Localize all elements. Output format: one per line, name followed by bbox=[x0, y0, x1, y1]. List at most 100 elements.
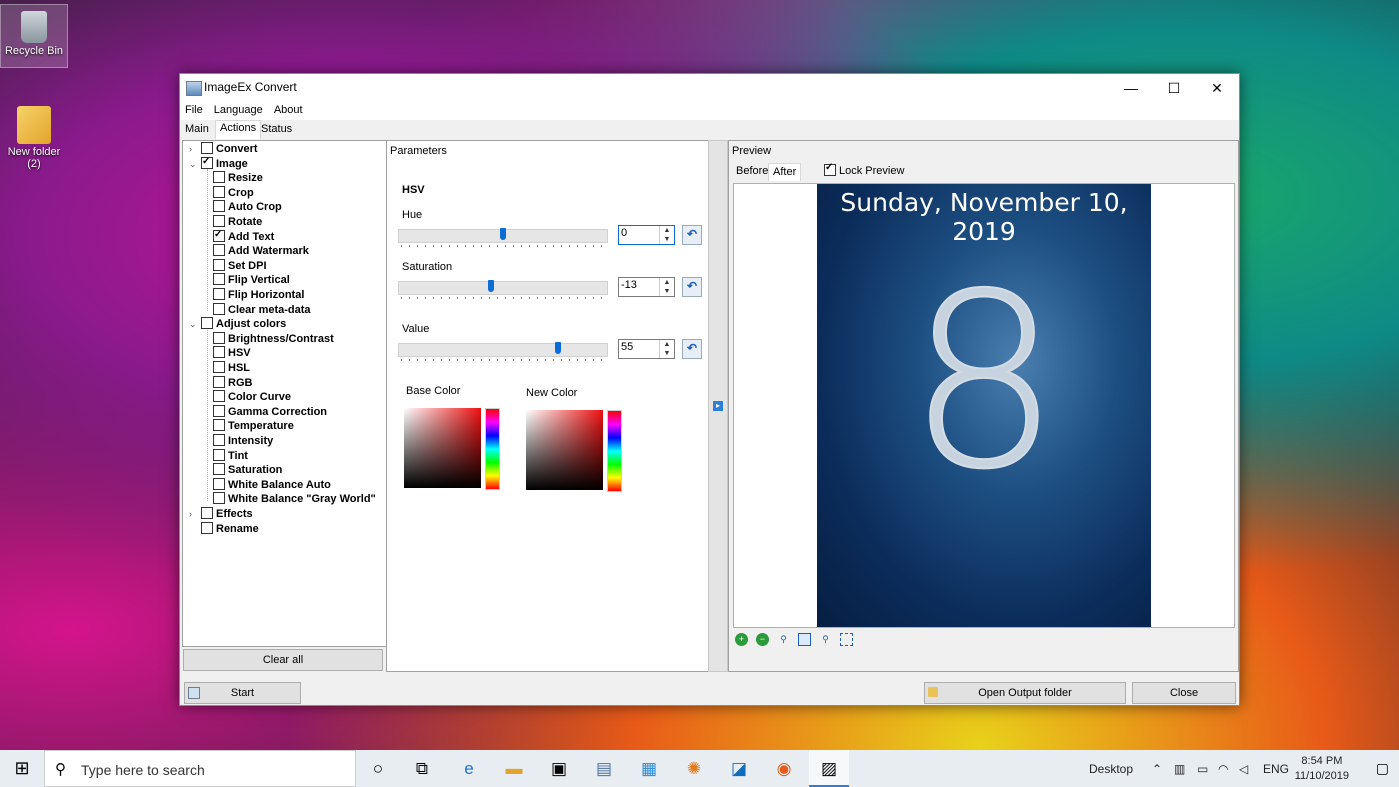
tree-item-checkbox[interactable] bbox=[213, 375, 225, 388]
maximize-button[interactable]: ☐ bbox=[1152, 74, 1196, 102]
taskbar-clock[interactable]: 8:54 PM 11/10/2019 bbox=[1295, 754, 1349, 784]
taskbar-search-box[interactable]: ⚲ Type here to search bbox=[44, 750, 356, 787]
tree-item[interactable]: HSL bbox=[213, 361, 250, 375]
tree-item[interactable]: Intensity bbox=[213, 434, 273, 448]
tree-item[interactable]: RGB bbox=[213, 375, 252, 390]
tree-item[interactable]: Tint bbox=[213, 448, 248, 463]
close-window-button[interactable]: ✕ bbox=[1195, 74, 1239, 102]
tree-item-checkbox[interactable] bbox=[213, 346, 225, 359]
value-spin-arrows[interactable]: ▲ ▼ bbox=[659, 340, 674, 358]
value-slider[interactable] bbox=[398, 342, 608, 361]
actual-size-icon[interactable] bbox=[840, 633, 853, 646]
tree-item-checkbox[interactable] bbox=[213, 244, 225, 257]
clear-all-button[interactable]: Clear all bbox=[183, 649, 383, 671]
tree-item-checkbox[interactable] bbox=[201, 317, 213, 330]
tree-item[interactable]: Rename bbox=[201, 521, 259, 536]
app-pinned-1-icon[interactable]: ▤ bbox=[584, 750, 624, 787]
new-color-hue-bar[interactable] bbox=[607, 410, 622, 492]
minimize-button[interactable]: — bbox=[1109, 74, 1153, 102]
zoom-in-icon[interactable]: + bbox=[735, 633, 748, 646]
title-bar[interactable]: ImageEx Convert — ☐ ✕ bbox=[180, 74, 1239, 102]
tree-item-checkbox[interactable] bbox=[213, 331, 225, 344]
hue-input[interactable] bbox=[621, 227, 657, 239]
tree-item[interactable]: Add Watermark bbox=[213, 244, 309, 258]
saturation-spinbox[interactable]: ▲▼ bbox=[618, 277, 675, 297]
cortana-icon[interactable]: ○ bbox=[358, 750, 398, 787]
imageex-taskbar-icon[interactable]: ▨ bbox=[809, 750, 849, 787]
menu-file[interactable]: File bbox=[180, 102, 206, 118]
zoom-out-icon[interactable]: − bbox=[756, 633, 769, 646]
tree-item-checkbox[interactable] bbox=[213, 171, 225, 184]
windows-start-button[interactable]: ⊞ bbox=[0, 750, 44, 787]
tree-expander-icon[interactable]: › bbox=[189, 507, 192, 521]
tree-item[interactable]: Color Curve bbox=[213, 390, 291, 404]
tree-item-checkbox[interactable] bbox=[213, 361, 225, 373]
task-view-icon[interactable]: ⧉ bbox=[402, 750, 442, 787]
volume-icon[interactable]: ◁ bbox=[1239, 762, 1248, 776]
panel-splitter[interactable]: ▸ bbox=[708, 140, 728, 672]
menu-language[interactable]: Language bbox=[209, 102, 266, 118]
tree-item[interactable]: Crop bbox=[213, 185, 254, 200]
app-pinned-2-icon[interactable]: ▦ bbox=[629, 750, 669, 787]
tree-item-checkbox[interactable] bbox=[213, 434, 225, 446]
tree-item-checkbox[interactable] bbox=[213, 258, 225, 271]
store-icon[interactable]: ▣ bbox=[539, 750, 579, 787]
tree-item[interactable]: Gamma Correction bbox=[213, 404, 327, 419]
hue-slider[interactable] bbox=[398, 228, 608, 247]
tree-item[interactable]: ⌄ Adjust colors bbox=[189, 317, 286, 331]
wifi-icon[interactable]: ◠ bbox=[1218, 762, 1228, 776]
tree-item[interactable]: Flip Horizontal bbox=[213, 288, 304, 302]
saturation-spin-arrows[interactable]: ▲ ▼ bbox=[659, 278, 674, 296]
saturation-slider-thumb[interactable] bbox=[488, 280, 494, 292]
tree-item-checkbox[interactable] bbox=[213, 215, 225, 227]
tree-item[interactable]: Flip Vertical bbox=[213, 273, 290, 287]
start-button[interactable]: Start bbox=[184, 682, 301, 704]
tree-item-checkbox[interactable] bbox=[213, 463, 225, 476]
tree-expander-icon[interactable]: ⌄ bbox=[189, 157, 197, 171]
hue-spinbox[interactable]: ▲▼ bbox=[618, 225, 675, 245]
zoom-tool-icon[interactable]: ⚲ bbox=[819, 633, 832, 646]
saturation-slider[interactable] bbox=[398, 280, 608, 299]
value-input[interactable] bbox=[621, 341, 657, 353]
edge-browser-icon[interactable]: e bbox=[449, 750, 489, 787]
preview-canvas[interactable]: Sunday, November 10, 2019 8 bbox=[733, 183, 1235, 628]
tree-item-checkbox[interactable] bbox=[213, 200, 225, 213]
hue-reset-button[interactable]: ↶ bbox=[682, 225, 702, 245]
new-folder-desktop-icon[interactable]: New folder (2) bbox=[0, 100, 68, 170]
tab-main[interactable]: Main bbox=[181, 122, 213, 138]
value-reset-button[interactable]: ↶ bbox=[682, 339, 702, 359]
tree-item-checkbox[interactable] bbox=[201, 142, 213, 154]
tree-item[interactable]: White Balance Auto bbox=[213, 477, 331, 492]
collapse-arrow-icon[interactable]: ▸ bbox=[713, 401, 723, 411]
preview-tab-before[interactable]: Before bbox=[732, 163, 772, 180]
tree-item-checkbox[interactable] bbox=[213, 185, 225, 198]
tree-expander-icon[interactable]: ⌄ bbox=[189, 317, 197, 331]
close-button[interactable]: Close bbox=[1132, 682, 1236, 704]
fit-window-icon[interactable] bbox=[798, 633, 811, 646]
notifications-icon[interactable]: ▢ bbox=[1376, 760, 1389, 777]
tree-item-checkbox[interactable] bbox=[213, 477, 225, 490]
tab-status[interactable]: Status bbox=[257, 122, 296, 138]
hue-slider-thumb[interactable] bbox=[500, 228, 506, 240]
language-indicator[interactable]: ENG bbox=[1263, 762, 1289, 776]
tree-item-checkbox[interactable] bbox=[213, 419, 225, 432]
app-pinned-3-icon[interactable]: ✺ bbox=[674, 750, 714, 787]
menu-about[interactable]: About bbox=[269, 102, 306, 118]
tree-item[interactable]: White Balance "Gray World" bbox=[213, 492, 376, 506]
saturation-reset-button[interactable]: ↶ bbox=[682, 277, 702, 297]
tray-overflow-icon[interactable]: ⌃ bbox=[1152, 762, 1162, 776]
hue-spin-arrows[interactable]: ▲ ▼ bbox=[659, 226, 674, 244]
value-spinbox[interactable]: ▲▼ bbox=[618, 339, 675, 359]
tree-item-checkbox[interactable] bbox=[213, 448, 225, 461]
recycle-bin-desktop-icon[interactable]: Recycle Bin bbox=[0, 4, 68, 68]
desktop-toolbar-label[interactable]: Desktop bbox=[1089, 762, 1133, 776]
tree-item[interactable]: Add Text bbox=[213, 228, 274, 244]
tab-actions[interactable]: Actions bbox=[215, 120, 262, 139]
tree-item-checkbox[interactable] bbox=[201, 155, 213, 169]
base-color-hue-bar[interactable] bbox=[485, 408, 500, 490]
lock-preview-check-icon[interactable] bbox=[824, 162, 836, 176]
tree-item[interactable]: Brightness/Contrast bbox=[213, 331, 334, 346]
tree-item-checkbox[interactable] bbox=[213, 273, 225, 286]
battery-icon[interactable]: ▭ bbox=[1197, 762, 1208, 776]
tree-item-checkbox[interactable] bbox=[201, 507, 213, 519]
